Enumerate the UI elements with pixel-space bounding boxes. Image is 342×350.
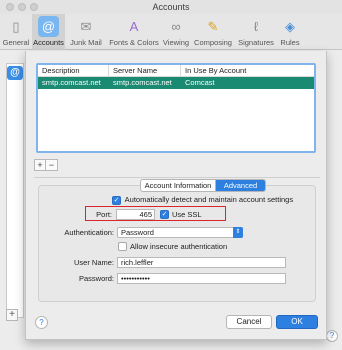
- authentication-value: Password: [121, 228, 154, 237]
- pencil-icon: ✎: [207, 19, 219, 34]
- general-icon: ▯: [12, 19, 20, 34]
- at-sign-icon: @: [38, 16, 59, 37]
- port-field[interactable]: 465: [116, 209, 155, 220]
- authentication-popup[interactable]: Password ⇕: [117, 227, 243, 238]
- ok-button[interactable]: OK: [276, 315, 318, 329]
- toolbar-rules[interactable]: ◈ Rules: [277, 14, 303, 50]
- use-ssl-label: Use SSL: [172, 210, 202, 219]
- remove-server-button[interactable]: −: [46, 160, 57, 170]
- toolbar-label: Junk Mail: [70, 38, 102, 47]
- auto-detect-row: ✓ Automatically detect and maintain acco…: [112, 195, 293, 205]
- tab-advanced[interactable]: Advanced: [216, 180, 265, 191]
- preferences-toolbar: ▯ General @ Accounts ✉ Junk Mail A Fonts…: [0, 14, 342, 50]
- column-header-in-use-by[interactable]: In Use By Account: [181, 65, 314, 76]
- toolbar-label: General: [2, 38, 30, 47]
- port-label: Port:: [96, 210, 112, 219]
- password-label: Password:: [78, 274, 114, 283]
- glasses-icon: ∞: [171, 19, 181, 34]
- user-name-field[interactable]: rich.leffler: [117, 257, 286, 268]
- fonts-colors-icon: A: [129, 19, 139, 34]
- add-remove-control: + −: [34, 159, 58, 171]
- divider: [34, 177, 320, 178]
- toolbar-viewing[interactable]: ∞ Viewing: [161, 14, 191, 50]
- password-field[interactable]: •••••••••••: [117, 273, 286, 284]
- add-server-button[interactable]: +: [35, 160, 47, 170]
- toolbar-label: Rules: [280, 38, 300, 47]
- tab-account-information[interactable]: Account Information: [141, 180, 216, 191]
- column-header-description[interactable]: Description: [38, 65, 109, 76]
- toolbar-composing[interactable]: ✎ Composing: [191, 14, 235, 50]
- help-button[interactable]: ?: [35, 316, 48, 329]
- window-title: Accounts: [152, 2, 190, 12]
- toolbar-general[interactable]: ▯ General: [0, 14, 32, 50]
- title-bar: Accounts: [0, 0, 342, 14]
- toolbar-label: Viewing: [162, 38, 190, 47]
- toolbar-junk-mail[interactable]: ✉ Junk Mail: [65, 14, 107, 50]
- user-name-label: User Name:: [73, 258, 114, 267]
- toolbar-label: Signatures: [238, 38, 274, 47]
- toolbar-accounts[interactable]: @ Accounts: [32, 14, 65, 50]
- server-table: Description Server Name In Use By Accoun…: [36, 63, 316, 153]
- signature-icon: ℓ: [253, 19, 259, 34]
- toolbar-label: Fonts & Colors: [109, 38, 159, 47]
- toolbar-signatures[interactable]: ℓ Signatures: [235, 14, 277, 50]
- column-header-server-name[interactable]: Server Name: [109, 65, 181, 76]
- table-row[interactable]: smtp.comcast.net smtp.comcast.net Comcas…: [38, 77, 314, 89]
- popup-arrows-icon: ⇕: [233, 227, 243, 238]
- toolbar-fonts-colors[interactable]: A Fonts & Colors: [107, 14, 161, 50]
- toolbar-label: Accounts: [33, 38, 64, 47]
- tab-segmented-control: Account Information Advanced: [140, 179, 266, 192]
- cell-server-name: smtp.comcast.net: [113, 78, 172, 87]
- smtp-server-sheet: Description Server Name In Use By Accoun…: [25, 51, 327, 340]
- table-header: Description Server Name In Use By Accoun…: [38, 65, 314, 77]
- use-ssl-checkbox[interactable]: ✓: [160, 210, 169, 219]
- account-list: [6, 63, 24, 318]
- account-icon[interactable]: @: [7, 66, 23, 80]
- auto-detect-checkbox[interactable]: ✓: [112, 195, 121, 205]
- junk-mail-icon: ✉: [80, 19, 92, 34]
- auto-detect-label: Automatically detect and maintain accoun…: [124, 195, 294, 204]
- toolbar-label: Composing: [194, 38, 232, 47]
- authentication-label: Authentication:: [64, 228, 114, 237]
- cell-description: smtp.comcast.net: [42, 78, 101, 87]
- add-account-button[interactable]: +: [6, 309, 18, 321]
- allow-insecure-label: Allow insecure authentication: [130, 242, 228, 251]
- cancel-button[interactable]: Cancel: [226, 315, 272, 329]
- help-icon[interactable]: ?: [326, 330, 338, 342]
- cell-in-use-by: Comcast: [185, 78, 215, 87]
- rules-icon: ◈: [285, 19, 295, 34]
- allow-insecure-checkbox[interactable]: [118, 242, 127, 251]
